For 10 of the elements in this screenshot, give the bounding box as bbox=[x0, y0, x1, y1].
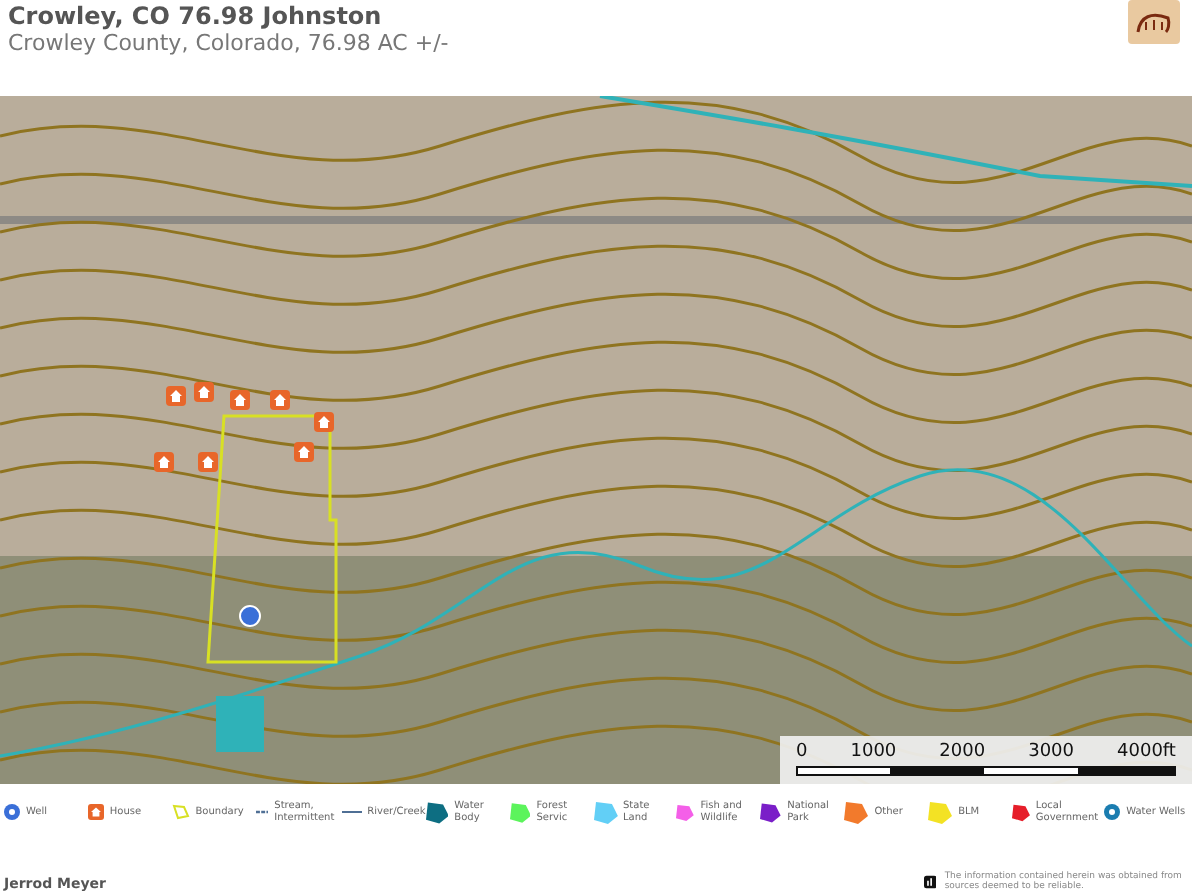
scale-label: 3000 bbox=[1028, 742, 1074, 762]
scale-label: 4000ft bbox=[1117, 742, 1176, 762]
logo-icon bbox=[1128, 0, 1180, 44]
scale-label: 1000 bbox=[850, 742, 897, 762]
scale-label: 2000 bbox=[939, 742, 986, 762]
map-subtitle: Crowley County, Colorado, 76.98 AC +/- bbox=[8, 30, 449, 58]
scale-bar-icon bbox=[796, 766, 1176, 776]
logo-icon bbox=[924, 872, 937, 892]
scale-label: 0 bbox=[796, 742, 808, 762]
map-title: Crowley, CO 76.98 Johnston bbox=[8, 2, 384, 30]
